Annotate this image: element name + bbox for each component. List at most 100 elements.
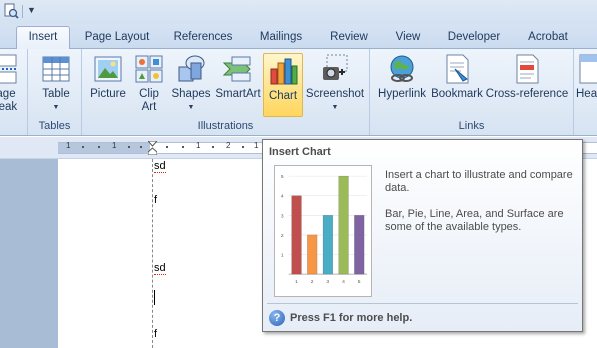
document-text-line[interactable]: sd bbox=[154, 262, 166, 275]
clip-art-label-2: Art bbox=[141, 101, 157, 113]
illustrations-group: Picture Clip Art Shapes ▼ SmartArt Chart… bbox=[82, 49, 370, 135]
smartart-button[interactable]: SmartArt bbox=[214, 53, 262, 101]
chart-bar bbox=[291, 195, 302, 275]
chart-x-tick-label: 1 bbox=[295, 279, 298, 285]
document-text-line[interactable]: sd bbox=[154, 160, 166, 173]
picture-button[interactable]: Picture bbox=[86, 53, 130, 101]
ruler-tick bbox=[82, 146, 84, 148]
shapes-icon bbox=[178, 55, 205, 82]
tab-acrobat[interactable]: Acrobat bbox=[518, 28, 578, 48]
table-label: Table bbox=[42, 88, 70, 100]
tooltip-chart-preview: 5 4 3 2 1 1 2 3 4 5 bbox=[274, 165, 372, 297]
chart-x-tick-label: 2 bbox=[311, 279, 314, 285]
chart-icon bbox=[270, 58, 298, 85]
header-button[interactable]: Hea bbox=[576, 53, 597, 101]
tooltip-help: ? Press F1 for more help. bbox=[269, 310, 413, 327]
cross-reference-button[interactable]: Cross-reference bbox=[484, 53, 570, 101]
tooltip-description-2: Bar, Pie, Line, Area, and Surface are so… bbox=[385, 208, 564, 233]
tab-mailings[interactable]: Mailings bbox=[250, 28, 312, 48]
hyperlink-button[interactable]: Hyperlink bbox=[374, 53, 430, 101]
ruler-tick bbox=[212, 146, 214, 148]
screenshot-dropdown-arrow-icon: ▼ bbox=[331, 104, 339, 111]
ruler-number: 1 bbox=[196, 141, 201, 150]
shapes-dropdown-arrow-icon: ▼ bbox=[187, 104, 195, 111]
tooltip-description-1: Insert a chart to illustrate and compare… bbox=[385, 169, 573, 194]
clip-art-icon bbox=[135, 55, 163, 83]
chart-y-tick-label: 5 bbox=[281, 174, 284, 180]
chart-bar bbox=[322, 215, 334, 275]
chart-x-tick-label: 5 bbox=[358, 279, 361, 285]
table-icon bbox=[42, 56, 70, 82]
document-text-line[interactable]: f bbox=[154, 194, 157, 206]
tooltip-help-text: Press F1 for more help. bbox=[290, 312, 413, 325]
bookmark-button[interactable]: Bookmark bbox=[430, 53, 484, 101]
ribbon-tab-strip: Insert Page Layout References Mailings R… bbox=[0, 24, 597, 49]
print-preview-icon[interactable] bbox=[3, 3, 19, 19]
picture-icon bbox=[94, 56, 122, 82]
cross-reference-icon bbox=[516, 54, 539, 84]
page-break-button[interactable]: age reak bbox=[0, 53, 26, 114]
chart-bar bbox=[307, 234, 318, 275]
chart-y-tick-label: 3 bbox=[281, 213, 284, 219]
ruler-tick bbox=[242, 146, 244, 148]
table-button[interactable]: Table ▼ bbox=[36, 53, 76, 114]
text-boundary-line bbox=[152, 159, 153, 348]
chart-x-tick-label: 3 bbox=[326, 279, 329, 285]
chart-button[interactable]: Chart bbox=[263, 53, 303, 117]
clip-art-button[interactable]: Clip Art bbox=[132, 53, 166, 114]
shapes-label: Shapes bbox=[171, 88, 211, 100]
ribbon-panel: age reak Table ▼ Tables bbox=[0, 48, 597, 136]
qat-separator bbox=[22, 5, 23, 18]
ruler-tick bbox=[140, 146, 142, 148]
hyperlink-icon bbox=[390, 55, 414, 82]
table-dropdown-arrow-icon: ▼ bbox=[52, 104, 60, 111]
smartart-label: SmartArt bbox=[215, 88, 261, 100]
ruler-number: 2 bbox=[226, 141, 231, 150]
tables-group: Table ▼ Tables bbox=[28, 49, 82, 135]
shapes-button[interactable]: Shapes ▼ bbox=[170, 53, 212, 114]
screenshot-label: Screenshot bbox=[305, 88, 365, 100]
pages-group: age reak bbox=[0, 49, 28, 135]
tab-review[interactable]: Review bbox=[322, 28, 376, 48]
cross-reference-label: Cross-reference bbox=[485, 88, 569, 100]
ruler-tick bbox=[166, 146, 168, 148]
header-label: Hea bbox=[576, 88, 597, 100]
chart-y-tick-label: 4 bbox=[281, 194, 284, 200]
insert-chart-tooltip: Insert Chart 5 4 3 2 1 1 2 3 4 5 Insert a chart t… bbox=[262, 139, 583, 332]
chart-y-tick-label: 2 bbox=[281, 233, 284, 239]
tab-view[interactable]: View bbox=[386, 28, 430, 48]
header-icon bbox=[579, 54, 597, 84]
quick-access-toolbar: ▼ bbox=[0, 0, 597, 24]
hyperlink-label: Hyperlink bbox=[378, 88, 426, 100]
tab-page-layout[interactable]: Page Layout bbox=[78, 28, 156, 48]
customize-qat-arrow-icon[interactable]: ▼ bbox=[27, 3, 37, 17]
screenshot-button[interactable]: Screenshot ▼ bbox=[304, 53, 366, 114]
ruler-tick bbox=[182, 146, 184, 148]
chart-bar bbox=[354, 215, 365, 275]
tables-group-label: Tables bbox=[38, 120, 71, 132]
tab-references[interactable]: References bbox=[166, 28, 240, 48]
tooltip-description: Insert a chart to illustrate and compare… bbox=[385, 169, 575, 247]
tab-insert[interactable]: Insert bbox=[16, 26, 70, 49]
bookmark-icon bbox=[446, 54, 469, 84]
header-footer-group: Hea bbox=[574, 49, 597, 135]
page-break-icon bbox=[0, 54, 18, 84]
screenshot-icon bbox=[323, 54, 348, 80]
bookmark-label: Bookmark bbox=[431, 88, 483, 100]
page-break-label-1: age bbox=[0, 88, 16, 100]
ruler-number: 1 bbox=[112, 141, 117, 150]
tab-developer[interactable]: Developer bbox=[440, 28, 508, 48]
tooltip-title: Insert Chart bbox=[269, 146, 331, 158]
document-text-line[interactable]: f bbox=[154, 328, 157, 340]
help-icon: ? bbox=[269, 310, 285, 327]
chart-x-tick-label: 4 bbox=[342, 279, 345, 285]
ruler-margin-area bbox=[58, 142, 150, 154]
illustrations-group-label: Illustrations bbox=[197, 120, 254, 132]
links-group: Hyperlink Bookmark Cross-reference Links bbox=[370, 49, 574, 135]
smartart-icon bbox=[222, 56, 251, 82]
chart-y-tick-label: 1 bbox=[281, 252, 284, 258]
ruler-number: 1 bbox=[66, 141, 71, 150]
indent-marker-icon[interactable] bbox=[148, 141, 157, 155]
ruler-tick bbox=[128, 146, 130, 148]
clip-art-label-1: Clip bbox=[139, 88, 159, 100]
